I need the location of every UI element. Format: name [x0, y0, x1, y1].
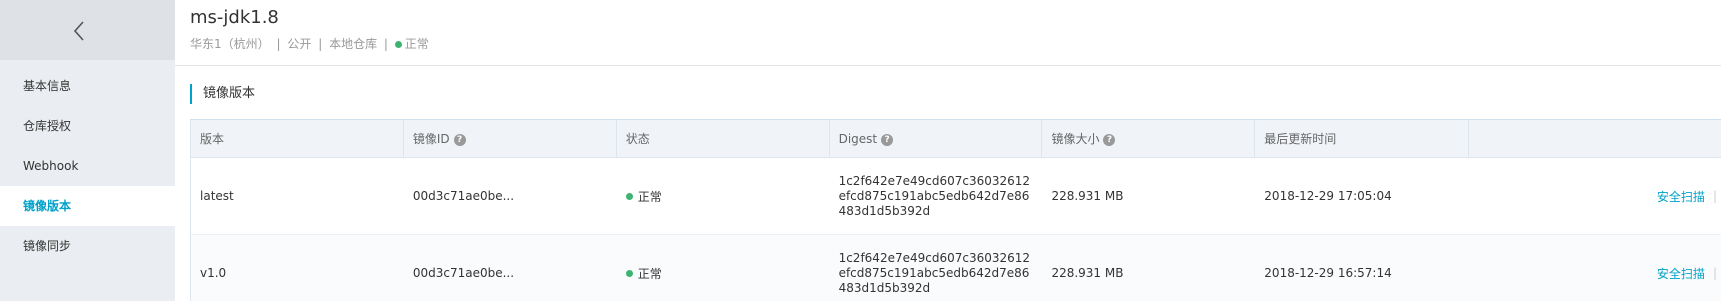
- security-scan-link[interactable]: 安全扫描: [1657, 188, 1705, 205]
- image-versions-table: 版本 镜像ID? 状态 Digest? 镜像大小? 最后更新时间 latest …: [190, 119, 1721, 301]
- cell-version: latest: [200, 189, 234, 203]
- sidebar: 基本信息 仓库授权 Webhook 镜像版本 镜像同步: [0, 0, 175, 301]
- cell-updated: 2018-12-29 17:05:04: [1264, 189, 1392, 203]
- cell-image-id: 00d3c71ae0be...: [412, 189, 515, 203]
- help-icon[interactable]: ?: [881, 133, 894, 146]
- column-header-size: 镜像大小?: [1042, 120, 1256, 158]
- repo-type: 本地仓库: [329, 37, 378, 51]
- cell-actions: 安全扫描 |: [1469, 235, 1721, 301]
- repo-visibility: 公开: [287, 37, 312, 51]
- status-dot-icon: [625, 192, 633, 200]
- cell-image-id: 00d3c71ae0be...: [412, 266, 515, 280]
- status-dot-icon: [394, 40, 402, 48]
- page-header: ms-jdk1.8 华东1（杭州） | 公开 | 本地仓库 | 正常: [175, 0, 1721, 66]
- status-text: 正常: [637, 266, 662, 281]
- column-header-status: 状态: [617, 120, 830, 158]
- column-label: 状态: [625, 132, 650, 146]
- help-icon[interactable]: ?: [1103, 133, 1116, 146]
- column-header-version: 版本: [191, 120, 404, 158]
- back-button[interactable]: [0, 0, 175, 60]
- column-label: 镜像ID: [412, 132, 450, 146]
- cell-digest: 1c2f642e7e49cd607c36032612efcd875c191abc…: [838, 250, 1031, 295]
- column-label: Digest: [838, 132, 878, 146]
- sidebar-item-webhook[interactable]: Webhook: [0, 146, 175, 186]
- column-label: 版本: [200, 132, 225, 146]
- column-label: 镜像大小: [1051, 132, 1100, 146]
- repo-meta: 华东1（杭州） | 公开 | 本地仓库 | 正常: [190, 35, 429, 52]
- column-header-updated: 最后更新时间: [1255, 120, 1470, 158]
- security-scan-link[interactable]: 安全扫描: [1657, 265, 1705, 282]
- table-row: latest 00d3c71ae0be... 正常 1c2f642e7e49cd…: [191, 158, 1721, 235]
- cell-size: 228.931 MB: [1051, 189, 1124, 203]
- page-title: ms-jdk1.8: [190, 7, 279, 28]
- sidebar-item-image-sync[interactable]: 镜像同步: [0, 226, 175, 266]
- repo-status: 正常: [404, 37, 429, 51]
- column-label: 最后更新时间: [1264, 132, 1337, 146]
- column-header-image-id: 镜像ID?: [404, 120, 617, 158]
- table-header: 版本 镜像ID? 状态 Digest? 镜像大小? 最后更新时间: [191, 120, 1721, 158]
- sidebar-item-image-versions[interactable]: 镜像版本: [0, 186, 175, 226]
- section-title: 镜像版本: [190, 84, 255, 104]
- sidebar-item-repo-auth[interactable]: 仓库授权: [0, 106, 175, 146]
- status-dot-icon: [625, 269, 633, 277]
- cell-version: v1.0: [200, 266, 227, 280]
- cell-status: 正常: [617, 158, 830, 234]
- meta-separator: |: [383, 37, 388, 51]
- table-row: v1.0 00d3c71ae0be... 正常 1c2f642e7e49cd60…: [191, 235, 1721, 301]
- action-separator: |: [1712, 189, 1717, 203]
- column-header-digest: Digest?: [830, 120, 1043, 158]
- cell-size: 228.931 MB: [1051, 266, 1124, 280]
- cell-updated: 2018-12-29 16:57:14: [1264, 266, 1392, 280]
- action-separator: |: [1712, 266, 1717, 280]
- meta-separator: |: [318, 37, 323, 51]
- side-nav: 基本信息 仓库授权 Webhook 镜像版本 镜像同步: [0, 66, 175, 266]
- chevron-left-icon: [73, 21, 84, 41]
- column-header-actions: [1469, 120, 1721, 158]
- status-text: 正常: [637, 189, 662, 204]
- sidebar-item-basic-info[interactable]: 基本信息: [0, 66, 175, 106]
- meta-separator: |: [276, 37, 281, 51]
- repo-region: 华东1（杭州）: [190, 37, 270, 51]
- cell-status: 正常: [617, 235, 830, 301]
- help-icon[interactable]: ?: [453, 133, 466, 146]
- cell-actions: 安全扫描 |: [1469, 158, 1721, 234]
- cell-digest: 1c2f642e7e49cd607c36032612efcd875c191abc…: [838, 173, 1031, 218]
